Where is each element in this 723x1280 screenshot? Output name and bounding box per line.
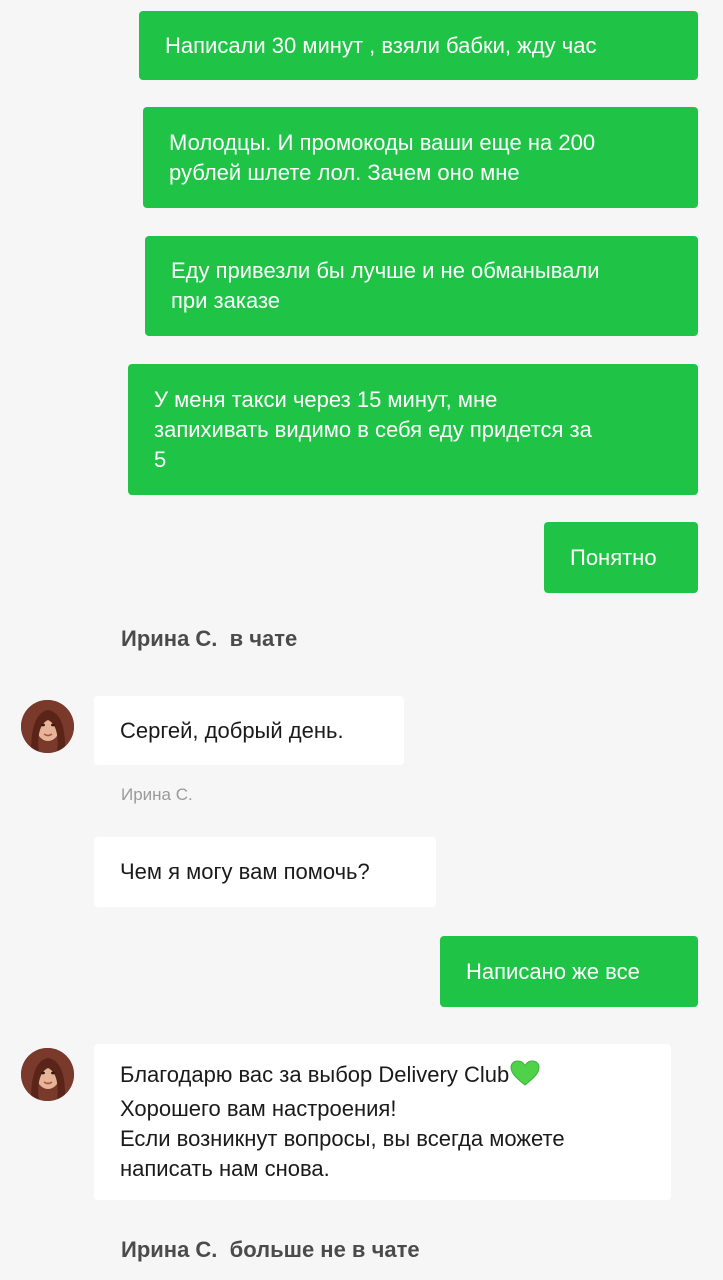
operator-avatar <box>21 1048 74 1101</box>
avatar-icon <box>21 1048 74 1101</box>
operator-left-notice: Ирина С. больше не в чате <box>121 1237 420 1262</box>
outgoing-message: Написано же все <box>440 936 698 1007</box>
green-heart-icon <box>510 1060 540 1094</box>
outgoing-message: Понятно <box>544 522 698 593</box>
message-text: Чем я могу вам помочь? <box>120 859 370 884</box>
outgoing-message: Еду привезли бы лучше и не обманывали пр… <box>145 236 698 336</box>
operator-joined-notice: Ирина С. в чате <box>121 626 298 651</box>
message-text: Понятно <box>570 544 657 570</box>
avatar-icon <box>21 700 74 753</box>
message-text: Еду привезли бы лучше и не обманывали пр… <box>171 258 600 313</box>
message-text: Благодарю вас за выбор Delivery Club Хор… <box>120 1060 565 1181</box>
incoming-message: Сергей, добрый день. <box>94 696 404 765</box>
chat-thread: Написали 30 минут , взяли бабки, жду час… <box>0 0 723 1280</box>
message-text: У меня такси через 15 минут, мне запихив… <box>154 386 592 472</box>
operator-avatar <box>21 700 74 753</box>
outgoing-message: Молодцы. И промокоды ваши еще на 200 руб… <box>143 107 698 208</box>
incoming-message: Благодарю вас за выбор Delivery Club Хор… <box>94 1044 671 1200</box>
incoming-message: Чем я могу вам помочь? <box>94 837 436 907</box>
message-text: Написали 30 минут , взяли бабки, жду час <box>165 32 597 58</box>
outgoing-message: У меня такси через 15 минут, мне запихив… <box>128 364 698 495</box>
outgoing-message: Написали 30 минут , взяли бабки, жду час <box>139 11 698 80</box>
message-text: Написано же все <box>466 958 640 984</box>
message-text: Сергей, добрый день. <box>120 717 344 743</box>
sender-name: Ирина С. <box>121 785 193 804</box>
message-text: Молодцы. И промокоды ваши еще на 200 руб… <box>169 129 596 185</box>
